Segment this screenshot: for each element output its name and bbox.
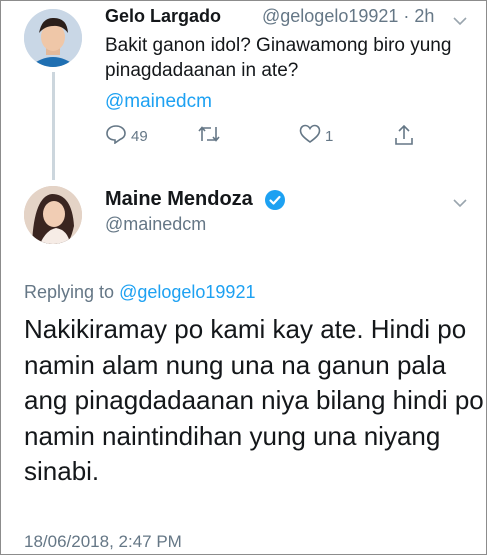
timestamp[interactable]: 18/06/2018, 2:47 PM xyxy=(24,532,182,552)
share-icon xyxy=(394,124,414,151)
reply-button[interactable]: 49 xyxy=(105,124,148,149)
like-count: 1 xyxy=(325,128,334,145)
retweet-icon xyxy=(197,124,221,149)
avatar[interactable] xyxy=(24,9,82,67)
display-name[interactable]: Gelo Largado xyxy=(105,6,221,27)
share-button[interactable] xyxy=(394,124,414,151)
retweet-button[interactable] xyxy=(197,124,225,149)
handle-time: @gelogelo19921 · 2h xyxy=(262,6,435,26)
chevron-down-icon[interactable] xyxy=(452,195,468,208)
tweet-text: Nakikiramay po kami kay ate. Hindi po na… xyxy=(24,314,484,486)
reply-icon xyxy=(105,124,127,149)
thread-line xyxy=(52,72,55,180)
chevron-down-icon[interactable] xyxy=(452,13,468,26)
replying-prefix: Replying to xyxy=(24,282,115,302)
avatar[interactable] xyxy=(24,186,82,244)
replying-to: Replying to @gelogelo19921 xyxy=(24,282,255,303)
handle: @mainedcm xyxy=(105,214,207,234)
mention-link[interactable]: @mainedcm xyxy=(105,91,212,113)
like-button[interactable]: 1 xyxy=(299,124,333,149)
reply-count: 49 xyxy=(131,128,148,145)
display-name[interactable]: Maine Mendoza xyxy=(105,188,253,211)
replying-to-link[interactable]: @gelogelo19921 xyxy=(119,282,255,302)
like-icon xyxy=(299,124,321,149)
tweet-actions: 49 1 xyxy=(105,124,425,148)
verified-badge-icon xyxy=(264,189,286,211)
tweet-text: Bakit ganon idol? Ginawamong biro yung p… xyxy=(105,35,452,81)
